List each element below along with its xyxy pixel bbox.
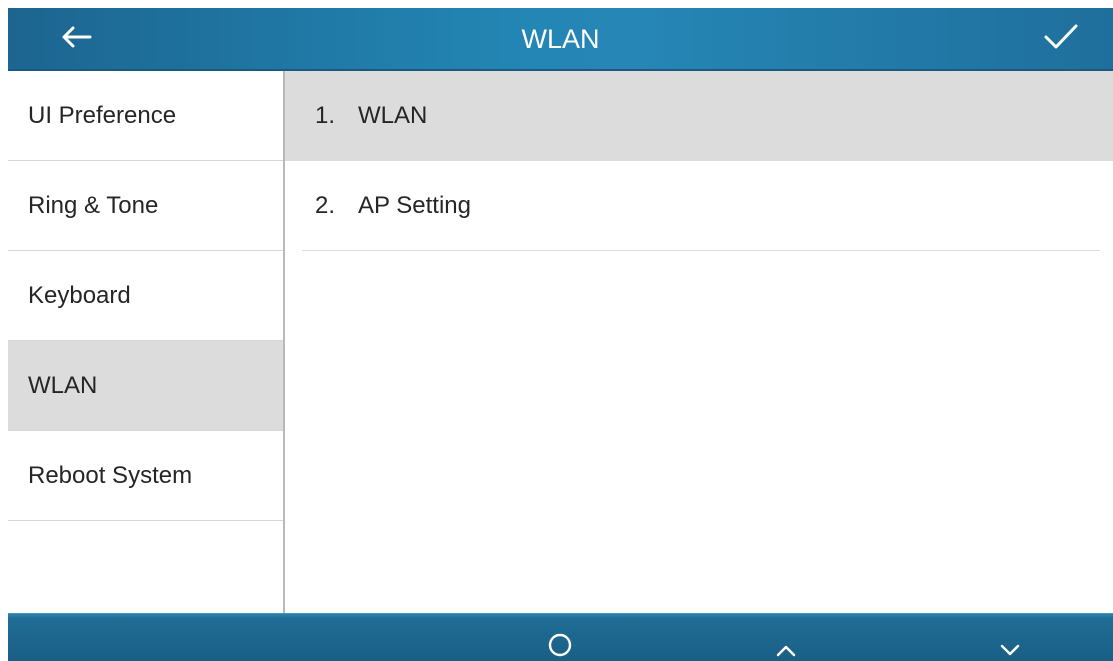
softkey-bar (8, 613, 1113, 661)
checkmark-icon (1043, 23, 1079, 56)
list-item-wlan[interactable]: 1. WLAN (285, 71, 1113, 161)
sidebar-item-label: WLAN (28, 372, 98, 399)
sidebar-item-label: Reboot System (28, 462, 193, 489)
list-item-number: 2. (315, 192, 336, 219)
sidebar-item-ui-preference[interactable]: UI Preference (8, 71, 283, 161)
sidebar-item-label: Keyboard (28, 282, 131, 309)
list-item-number: 1. (315, 102, 336, 129)
menu-list: 1. WLAN 2. AP Setting (285, 71, 1113, 613)
confirm-button[interactable] (1031, 8, 1091, 71)
softkey-up[interactable] (746, 614, 826, 661)
sidebar-item-ring-tone[interactable]: Ring & Tone (8, 161, 283, 251)
sidebar-item-label: UI Preference (28, 102, 177, 129)
chevron-up-icon (774, 642, 798, 658)
sidebar-item-label: Ring & Tone (28, 192, 159, 219)
sidebar-empty-slot (8, 521, 283, 611)
softkey-circle[interactable] (520, 614, 600, 661)
phone-screen: WLAN UI Preference Ring & Tone Keyboard … (8, 8, 1113, 661)
page-title: WLAN (521, 24, 600, 54)
sidebar-item-reboot-system[interactable]: Reboot System (8, 431, 283, 521)
circle-icon (547, 632, 573, 658)
sidebar-item-keyboard[interactable]: Keyboard (8, 251, 283, 341)
softkey-down[interactable] (970, 614, 1050, 661)
sidebar-item-wlan[interactable]: WLAN (8, 341, 283, 431)
title-bar: WLAN (8, 8, 1113, 71)
list-item-label: AP Setting (358, 192, 471, 219)
settings-sidebar: UI Preference Ring & Tone Keyboard WLAN … (8, 71, 285, 613)
list-divider (302, 250, 1100, 251)
list-item-label: WLAN (358, 102, 428, 129)
list-item-ap-setting[interactable]: 2. AP Setting (285, 161, 1113, 251)
chevron-down-icon (998, 642, 1022, 658)
